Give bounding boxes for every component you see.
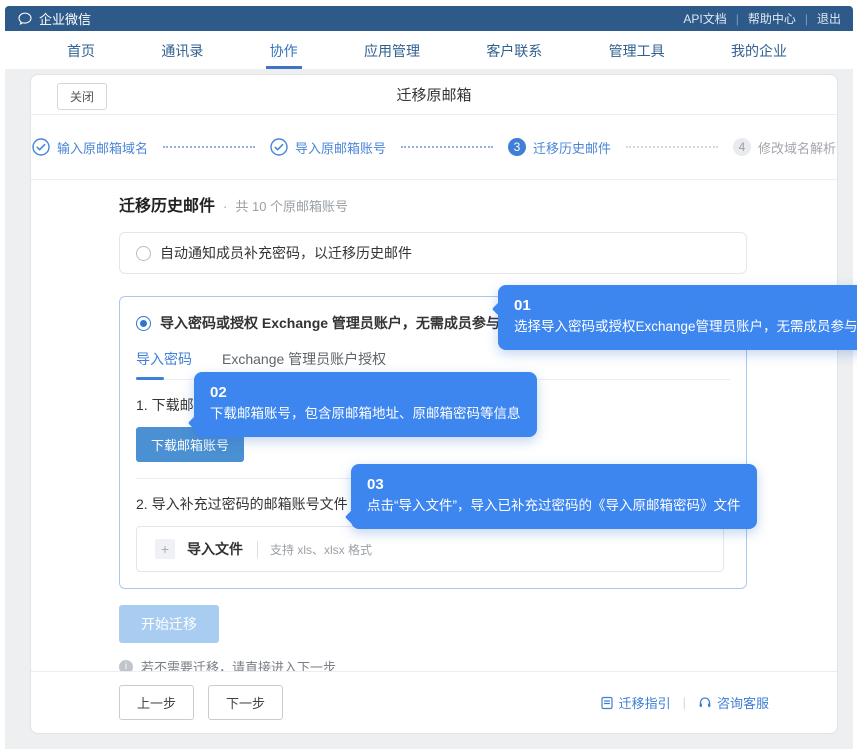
nav-item-contacts[interactable]: 通讯录 [157, 31, 207, 69]
previous-step-button[interactable]: 上一步 [119, 685, 194, 720]
tooltip-step-02: 02 下载邮箱账号，包含原邮箱地址、原邮箱密码等信息 [194, 372, 537, 437]
contact-support-link[interactable]: 咨询客服 [698, 693, 769, 712]
nav-item-home[interactable]: 首页 [63, 31, 99, 69]
tooltip-text: 点击“导入文件”，导入已补充过密码的《导入原邮箱密码》文件 [367, 495, 741, 517]
migration-wizard-card: 关闭 迁移原邮箱 输入原邮箱域名 导入原邮箱账号 3 迁移历史邮件 [30, 74, 838, 734]
nav-item-customer-contact[interactable]: 客户联系 [482, 31, 546, 69]
step-number-badge: 4 [733, 138, 751, 156]
page-title: 迁移原邮箱 [396, 84, 471, 105]
step-connector [626, 146, 718, 148]
step-indicator: 输入原邮箱域名 导入原邮箱账号 3 迁移历史邮件 4 修改域名解析 [31, 115, 837, 180]
headset-icon [698, 696, 712, 710]
tooltip-text: 选择导入密码或授权Exchange管理员账户，无需成员参与 [514, 316, 857, 338]
nav-item-collaboration[interactable]: 协作 [266, 31, 302, 69]
topbar-links: API文档 帮助中心 退出 [683, 10, 841, 27]
start-migration-button[interactable]: 开始迁移 [119, 605, 219, 643]
migration-guide-link[interactable]: 迁移指引 [600, 693, 671, 712]
guide-doc-icon [600, 696, 614, 710]
step-connector [163, 146, 255, 148]
step-number-badge: 3 [508, 138, 526, 156]
step-2-import-accounts: 导入原邮箱账号 [270, 138, 386, 157]
next-step-button[interactable]: 下一步 [208, 685, 283, 720]
dot-separator: · [223, 199, 227, 214]
check-icon [270, 138, 288, 156]
step-4-update-dns: 4 修改域名解析 [733, 138, 836, 157]
divider [683, 695, 686, 710]
content-background: 关闭 迁移原邮箱 输入原邮箱域名 导入原邮箱账号 3 迁移历史邮件 [5, 69, 853, 749]
tooltip-step-03: 03 点击“导入文件”，导入已补充过密码的《导入原邮箱密码》文件 [351, 464, 757, 529]
tooltip-number: 01 [514, 295, 857, 316]
option-label: 导入密码或授权 Exchange 管理员账户，无需成员参与 [160, 313, 500, 333]
nav-item-app-management[interactable]: 应用管理 [360, 31, 424, 69]
api-docs-link[interactable]: API文档 [683, 10, 726, 27]
import-file-label: 导入文件 [187, 539, 243, 559]
help-center-link[interactable]: 帮助中心 [727, 10, 796, 27]
step-3-migrate-mail: 3 迁移历史邮件 [508, 138, 611, 157]
step-label: 迁移历史邮件 [533, 138, 611, 157]
step-label: 导入原邮箱账号 [295, 138, 386, 157]
section-header: 迁移历史邮件 · 共 10 个原邮箱账号 [119, 192, 837, 216]
check-icon [32, 138, 50, 156]
tooltip-text: 下载邮箱账号，包含原邮箱地址、原邮箱密码等信息 [210, 403, 521, 425]
nav-item-admin-tools[interactable]: 管理工具 [605, 31, 669, 69]
main-nav: 首页 通讯录 协作 应用管理 客户联系 管理工具 我的企业 [5, 31, 853, 69]
import-format-hint: 支持 xls、xlsx 格式 [257, 541, 372, 558]
radio-unselected[interactable] [136, 246, 151, 261]
app-logo: 企业微信 [17, 9, 91, 28]
import-file-button[interactable]: + 导入文件 支持 xls、xlsx 格式 [136, 526, 724, 572]
logout-link[interactable]: 退出 [796, 10, 841, 27]
step-label: 修改域名解析 [758, 138, 836, 157]
plus-icon: + [155, 539, 175, 559]
tooltip-step-01: 01 选择导入密码或授权Exchange管理员账户，无需成员参与 [498, 285, 857, 350]
footer-buttons: 上一步 下一步 [119, 685, 283, 720]
chat-bubble-icon [17, 11, 33, 27]
logo-text: 企业微信 [39, 9, 91, 28]
close-button[interactable]: 关闭 [57, 83, 107, 110]
step-1-enter-domain: 输入原邮箱域名 [32, 138, 148, 157]
tab-import-password[interactable]: 导入密码 [136, 349, 192, 379]
wizard-footer: 上一步 下一步 迁移指引 咨询客服 [31, 671, 837, 733]
topbar: 企业微信 API文档 帮助中心 退出 [5, 6, 853, 31]
account-count: 共 10 个原邮箱账号 [235, 196, 348, 215]
radio-selected[interactable] [136, 316, 151, 331]
section-title: 迁移历史邮件 [119, 192, 215, 216]
tooltip-number: 03 [367, 474, 741, 495]
option-label: 自动通知成员补充密码，以迁移历史邮件 [160, 243, 412, 263]
option-notify-members[interactable]: 自动通知成员补充密码，以迁移历史邮件 [119, 232, 747, 274]
contact-support-label: 咨询客服 [717, 693, 769, 712]
step-connector [401, 146, 493, 148]
wizard-header: 关闭 迁移原邮箱 [31, 75, 837, 115]
tooltip-number: 02 [210, 382, 521, 403]
nav-item-my-company[interactable]: 我的企业 [727, 31, 791, 69]
footer-links: 迁移指引 咨询客服 [600, 693, 769, 712]
step-label: 输入原邮箱域名 [57, 138, 148, 157]
migration-guide-label: 迁移指引 [619, 693, 671, 712]
